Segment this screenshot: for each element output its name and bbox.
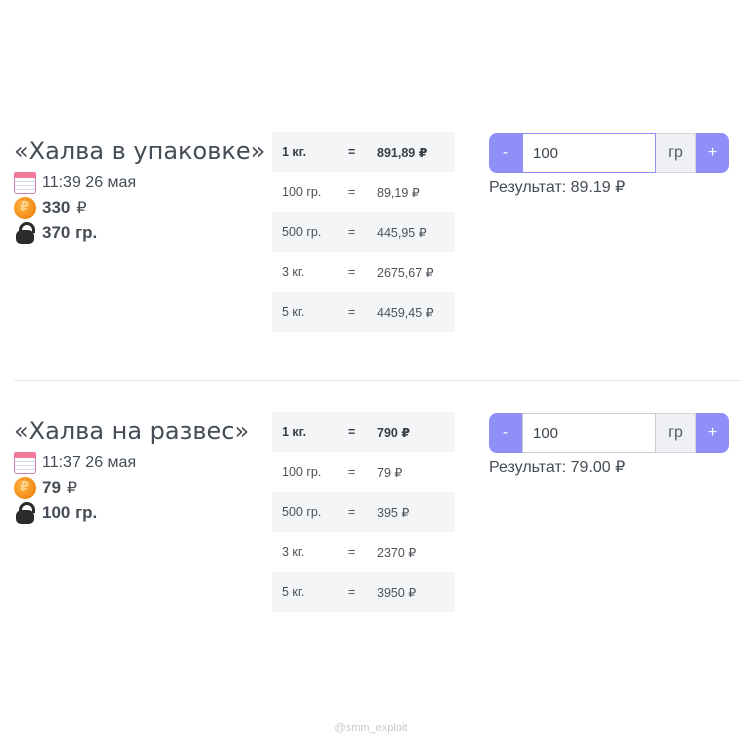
equals-cell: = bbox=[348, 572, 377, 612]
price-cell: 2370 ₽ bbox=[377, 545, 417, 560]
increment-button[interactable]: + bbox=[696, 413, 729, 453]
date-row: 11:39 26 мая bbox=[14, 170, 264, 195]
table-row: 5 кг. = 4459,45 ₽ bbox=[272, 292, 455, 332]
price-cell: 79 ₽ bbox=[377, 465, 403, 480]
coin-icon bbox=[14, 476, 36, 499]
equals-cell: = bbox=[348, 465, 356, 479]
quantity-stepper: - гр + bbox=[489, 133, 729, 173]
weight-calculator: - гр + Результат: 89.19 ₽ bbox=[489, 133, 729, 197]
product-title: «Халва в упаковке» bbox=[14, 137, 266, 165]
price-cell: 2675,67 ₽ bbox=[377, 265, 434, 280]
equals-cell: = bbox=[348, 292, 377, 332]
weight-value: 100 гр. bbox=[42, 502, 98, 522]
qty-cell: 3 кг. bbox=[282, 545, 305, 559]
price-cell: 445,95 ₽ bbox=[377, 212, 455, 252]
equals-cell: = bbox=[348, 492, 377, 532]
equals-cell: = bbox=[348, 132, 377, 172]
date-text: 11:37 26 мая bbox=[42, 453, 137, 471]
date-text: 11:39 26 мая bbox=[42, 173, 137, 191]
qty-cell: 1 кг. bbox=[272, 412, 348, 452]
price-cell: 790 ₽ bbox=[377, 412, 455, 452]
qty-cell: 100 гр. bbox=[282, 465, 322, 479]
result-text: Результат: 79.00 ₽ bbox=[489, 459, 626, 476]
qty-cell: 1 кг. bbox=[272, 132, 348, 172]
price-value: 79 bbox=[42, 477, 61, 497]
table-row: 3 кг. = 2675,67 ₽ bbox=[272, 252, 455, 292]
section-divider bbox=[14, 380, 742, 381]
product-card: «Халва на развес» 11:37 26 мая 79 ₽ 100 … bbox=[0, 412, 742, 622]
price-cell: 89,19 ₽ bbox=[377, 185, 420, 200]
weight-calculator: - гр + Результат: 79.00 ₽ bbox=[489, 413, 729, 477]
watermark: @smm_exploit bbox=[334, 722, 408, 734]
quantity-input[interactable] bbox=[522, 413, 656, 453]
qty-cell: 500 гр. bbox=[272, 492, 348, 532]
qty-cell: 500 гр. bbox=[272, 212, 348, 252]
equals-cell: = bbox=[348, 185, 356, 199]
table-row: 1 кг. = 790 ₽ bbox=[272, 412, 455, 452]
product-title: «Халва на развес» bbox=[14, 417, 250, 445]
unit-label: гр bbox=[656, 413, 696, 453]
price-table: 1 кг. = 790 ₽ 100 гр. = 79 ₽ 500 гр. = 3… bbox=[272, 412, 455, 612]
equals-cell: = bbox=[348, 265, 356, 279]
price-cell: 4459,45 ₽ bbox=[377, 292, 455, 332]
price-cell: 395 ₽ bbox=[377, 492, 455, 532]
weight-row: 370 гр. bbox=[14, 220, 264, 245]
qty-cell: 100 гр. bbox=[282, 185, 322, 199]
kettlebell-icon bbox=[14, 501, 36, 524]
currency-sign: ₽ bbox=[66, 479, 78, 497]
product-info: «Халва на развес» 11:37 26 мая 79 ₽ 100 … bbox=[14, 412, 264, 525]
product-card: «Халва в упаковке» 11:39 26 мая 330 ₽ 37… bbox=[0, 132, 742, 342]
table-row: 500 гр. = 395 ₽ bbox=[272, 492, 455, 532]
equals-cell: = bbox=[348, 212, 377, 252]
calendar-icon bbox=[14, 171, 36, 194]
decrement-button[interactable]: - bbox=[489, 133, 522, 173]
unit-label: гр bbox=[656, 133, 696, 173]
table-row: 1 кг. = 891,89 ₽ bbox=[272, 132, 455, 172]
table-row: 500 гр. = 445,95 ₽ bbox=[272, 212, 455, 252]
qty-cell: 5 кг. bbox=[272, 292, 348, 332]
equals-cell: = bbox=[348, 412, 377, 452]
quantity-stepper: - гр + bbox=[489, 413, 729, 453]
table-row: 100 гр. = 89,19 ₽ bbox=[272, 172, 455, 212]
weight-value: 370 гр. bbox=[42, 222, 98, 242]
decrement-button[interactable]: - bbox=[489, 413, 522, 453]
increment-button[interactable]: + bbox=[696, 133, 729, 173]
result-text: Результат: 89.19 ₽ bbox=[489, 179, 626, 196]
table-row: 5 кг. = 3950 ₽ bbox=[272, 572, 455, 612]
price-cell: 3950 ₽ bbox=[377, 572, 455, 612]
product-info: «Халва в упаковке» 11:39 26 мая 330 ₽ 37… bbox=[14, 132, 266, 245]
price-row: 79 ₽ bbox=[14, 475, 264, 500]
equals-cell: = bbox=[348, 545, 356, 559]
date-row: 11:37 26 мая bbox=[14, 450, 264, 475]
price-table: 1 кг. = 891,89 ₽ 100 гр. = 89,19 ₽ 500 г… bbox=[272, 132, 455, 332]
qty-cell: 3 кг. bbox=[282, 265, 305, 279]
kettlebell-icon bbox=[14, 221, 36, 244]
table-row: 100 гр. = 79 ₽ bbox=[272, 452, 455, 492]
price-value: 330 bbox=[42, 197, 71, 217]
weight-row: 100 гр. bbox=[14, 500, 264, 525]
qty-cell: 5 кг. bbox=[272, 572, 348, 612]
price-row: 330 ₽ bbox=[14, 195, 264, 220]
price-cell: 891,89 ₽ bbox=[377, 132, 455, 172]
currency-sign: ₽ bbox=[76, 199, 87, 217]
calendar-icon bbox=[14, 451, 36, 474]
coin-icon bbox=[14, 196, 36, 219]
quantity-input[interactable] bbox=[522, 133, 656, 173]
table-row: 3 кг. = 2370 ₽ bbox=[272, 532, 455, 572]
